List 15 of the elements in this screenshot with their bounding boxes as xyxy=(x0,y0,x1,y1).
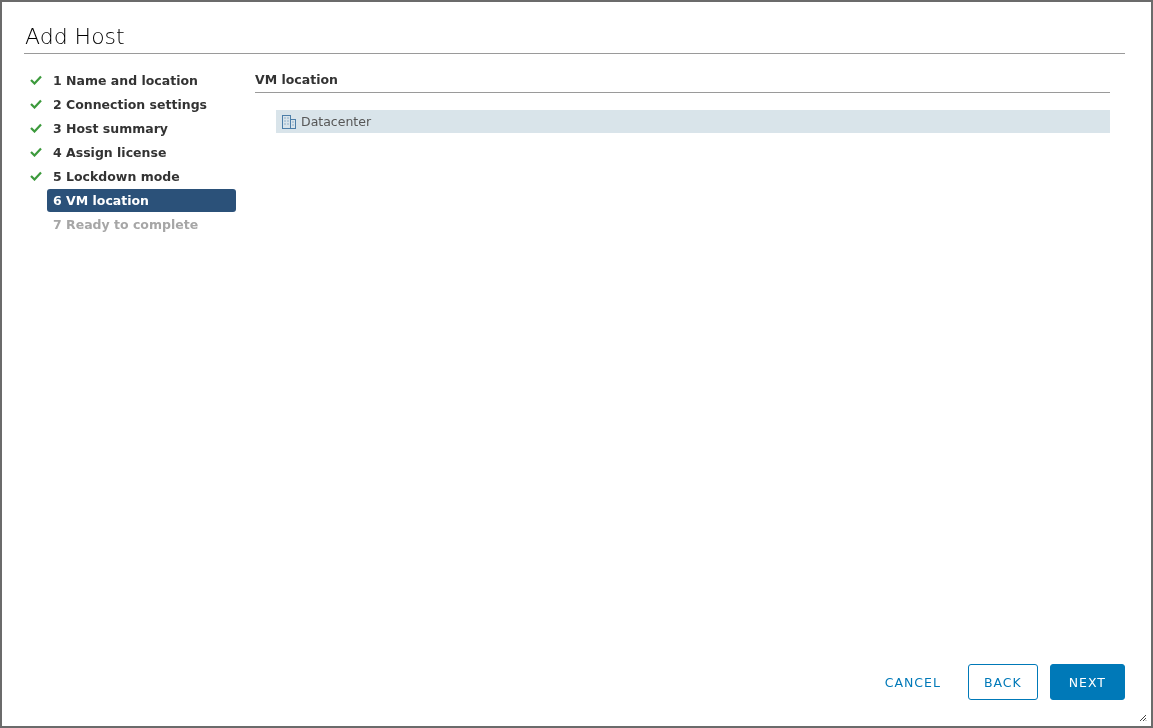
outline-button[interactable]: BACK xyxy=(967,664,1038,700)
wizard-step[interactable]: 6 VM location xyxy=(47,188,236,212)
wizard-step[interactable]: 3 Host summary xyxy=(47,116,236,140)
building-icon xyxy=(281,114,297,129)
wizard-step[interactable]: 5 Lockdown mode xyxy=(47,164,236,188)
tree-item-label: Datacenter xyxy=(301,114,372,129)
wizard-step[interactable]: 4 Assign license xyxy=(47,140,236,164)
resize-grip-icon xyxy=(1139,714,1147,722)
wizard-step[interactable]: 1 Name and location xyxy=(47,68,236,92)
tree-item[interactable]: Datacenter xyxy=(276,110,1110,133)
section-heading: VM location xyxy=(255,68,1110,93)
dialog-title: Add Host xyxy=(24,2,1125,54)
text-button[interactable]: CANCEL xyxy=(869,664,956,700)
wizard-step[interactable]: 2 Connection settings xyxy=(47,92,236,116)
primary-button[interactable]: NEXT xyxy=(1049,664,1125,700)
